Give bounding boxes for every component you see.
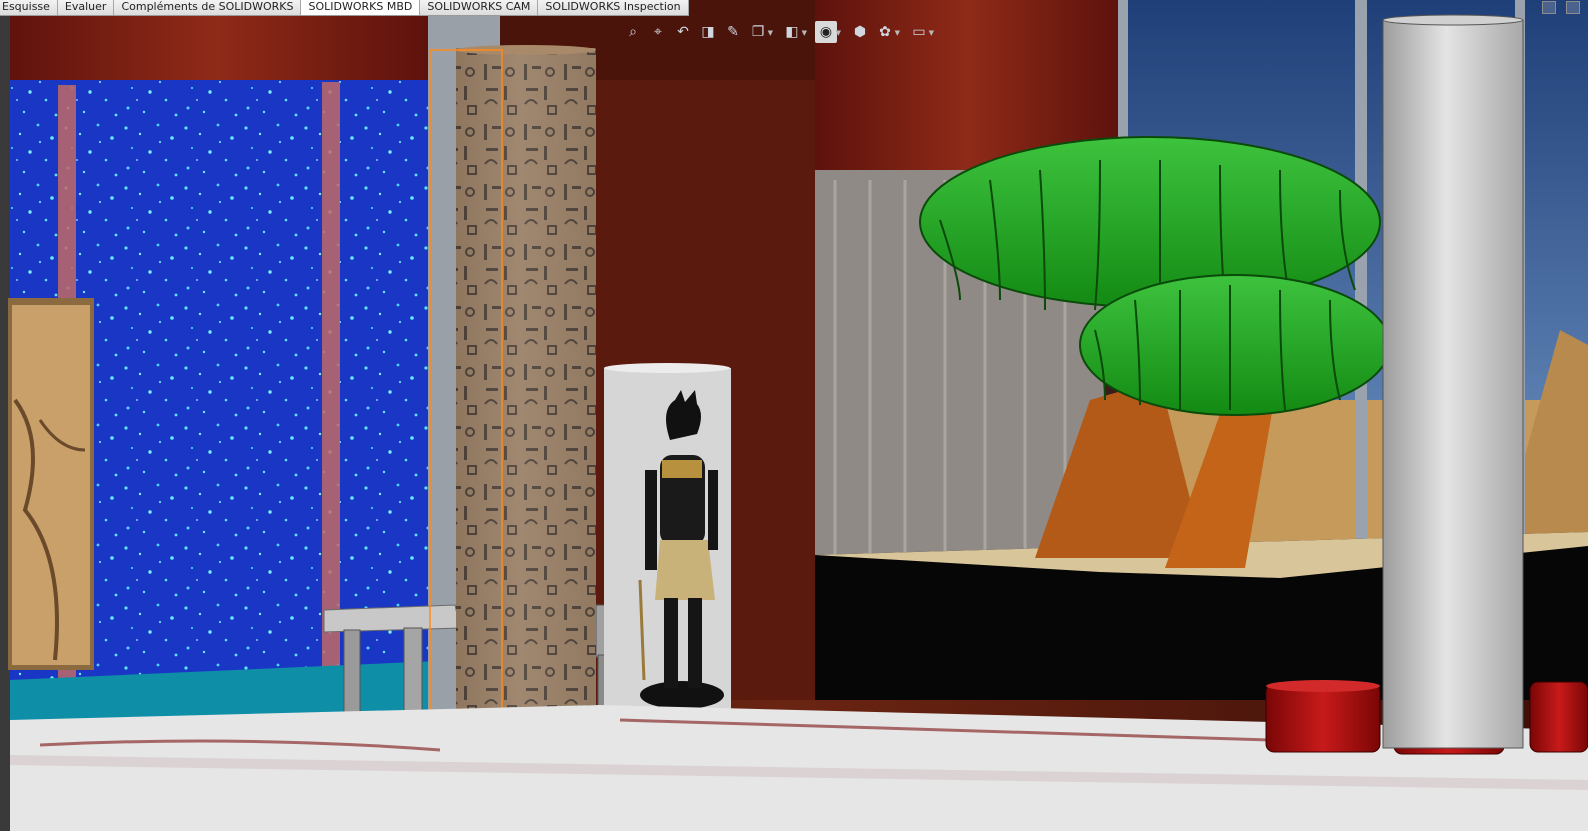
chevron-down-icon[interactable]: ▼ (802, 30, 807, 37)
zoom-to-fit-icon-glyph: ⌕ (629, 24, 637, 40)
tab-evaluer[interactable]: Evaluer (57, 0, 115, 15)
view-settings-icon-glyph: ▭ (912, 24, 926, 40)
zoom-to-area-icon-glyph: ⌖ (654, 24, 662, 40)
heads-up-view-toolbar: ⌕ ⌖ ↶ ◨ ✎ ❐ ▼ ◧ ▼ ◉ ▼ ⬢ ✿ ▼ ▭ ▼ (622, 20, 939, 44)
tab-esquisse[interactable]: Esquisse (0, 0, 58, 15)
tab-solidworks-mbd[interactable]: SOLIDWORKS MBD (301, 0, 421, 15)
tab-compl-ments-de-solidworks[interactable]: Compléments de SOLIDWORKS (114, 0, 302, 15)
split-view-icon[interactable] (1542, 1, 1556, 14)
display-style-icon[interactable]: ◧ ▼ (781, 21, 807, 43)
edit-appearance-icon-glyph: ⬢ (853, 24, 867, 40)
hide-show-items-icon-glyph: ◉ (819, 24, 833, 40)
tab-solidworks-inspection[interactable]: SOLIDWORKS Inspection (538, 0, 689, 15)
viewport-window-controls (1542, 1, 1580, 14)
previous-view-icon-glyph: ↶ (677, 24, 689, 40)
previous-view-icon[interactable]: ↶ (672, 21, 694, 43)
view-orientation-icon[interactable]: ❐ ▼ (747, 21, 773, 43)
section-view-icon-glyph: ◨ (701, 24, 715, 40)
chevron-down-icon[interactable]: ▼ (768, 30, 773, 37)
anubis-display-case (604, 363, 731, 716)
view-orientation-icon-glyph: ❐ (751, 24, 765, 40)
framed-picture (8, 298, 94, 670)
tab-solidworks-cam[interactable]: SOLIDWORKS CAM (420, 0, 539, 15)
command-manager-tabs: Esquisse Evaluer Compléments de SOLIDWORKS… (0, 0, 689, 16)
grey-column (1382, 14, 1524, 749)
zoom-to-fit-icon[interactable]: ⌕ (622, 21, 644, 43)
chevron-down-icon[interactable]: ▼ (895, 30, 900, 37)
apply-scene-icon-glyph: ✿ (879, 24, 891, 40)
chevron-down-icon[interactable]: ▼ (836, 30, 841, 37)
maximize-view-icon[interactable] (1566, 1, 1580, 14)
apply-scene-icon[interactable]: ✿ ▼ (874, 21, 900, 43)
hide-show-items-icon[interactable]: ◉ ▼ (815, 21, 841, 43)
dynamic-annotation-icon-glyph: ✎ (727, 24, 739, 40)
chevron-down-icon[interactable]: ▼ (929, 30, 934, 37)
edit-appearance-icon[interactable]: ⬢ (849, 21, 871, 43)
window-frame-mid (1355, 0, 1367, 545)
graphics-viewport[interactable] (0, 0, 1588, 831)
dynamic-annotation-icon[interactable]: ✎ (722, 21, 744, 43)
aquarium-tube-right (322, 82, 340, 680)
zoom-to-area-icon[interactable]: ⌖ (647, 21, 669, 43)
view-settings-icon[interactable]: ▭ ▼ (908, 21, 934, 43)
section-view-icon[interactable]: ◨ (697, 21, 719, 43)
display-style-icon-glyph: ◧ (785, 24, 799, 40)
